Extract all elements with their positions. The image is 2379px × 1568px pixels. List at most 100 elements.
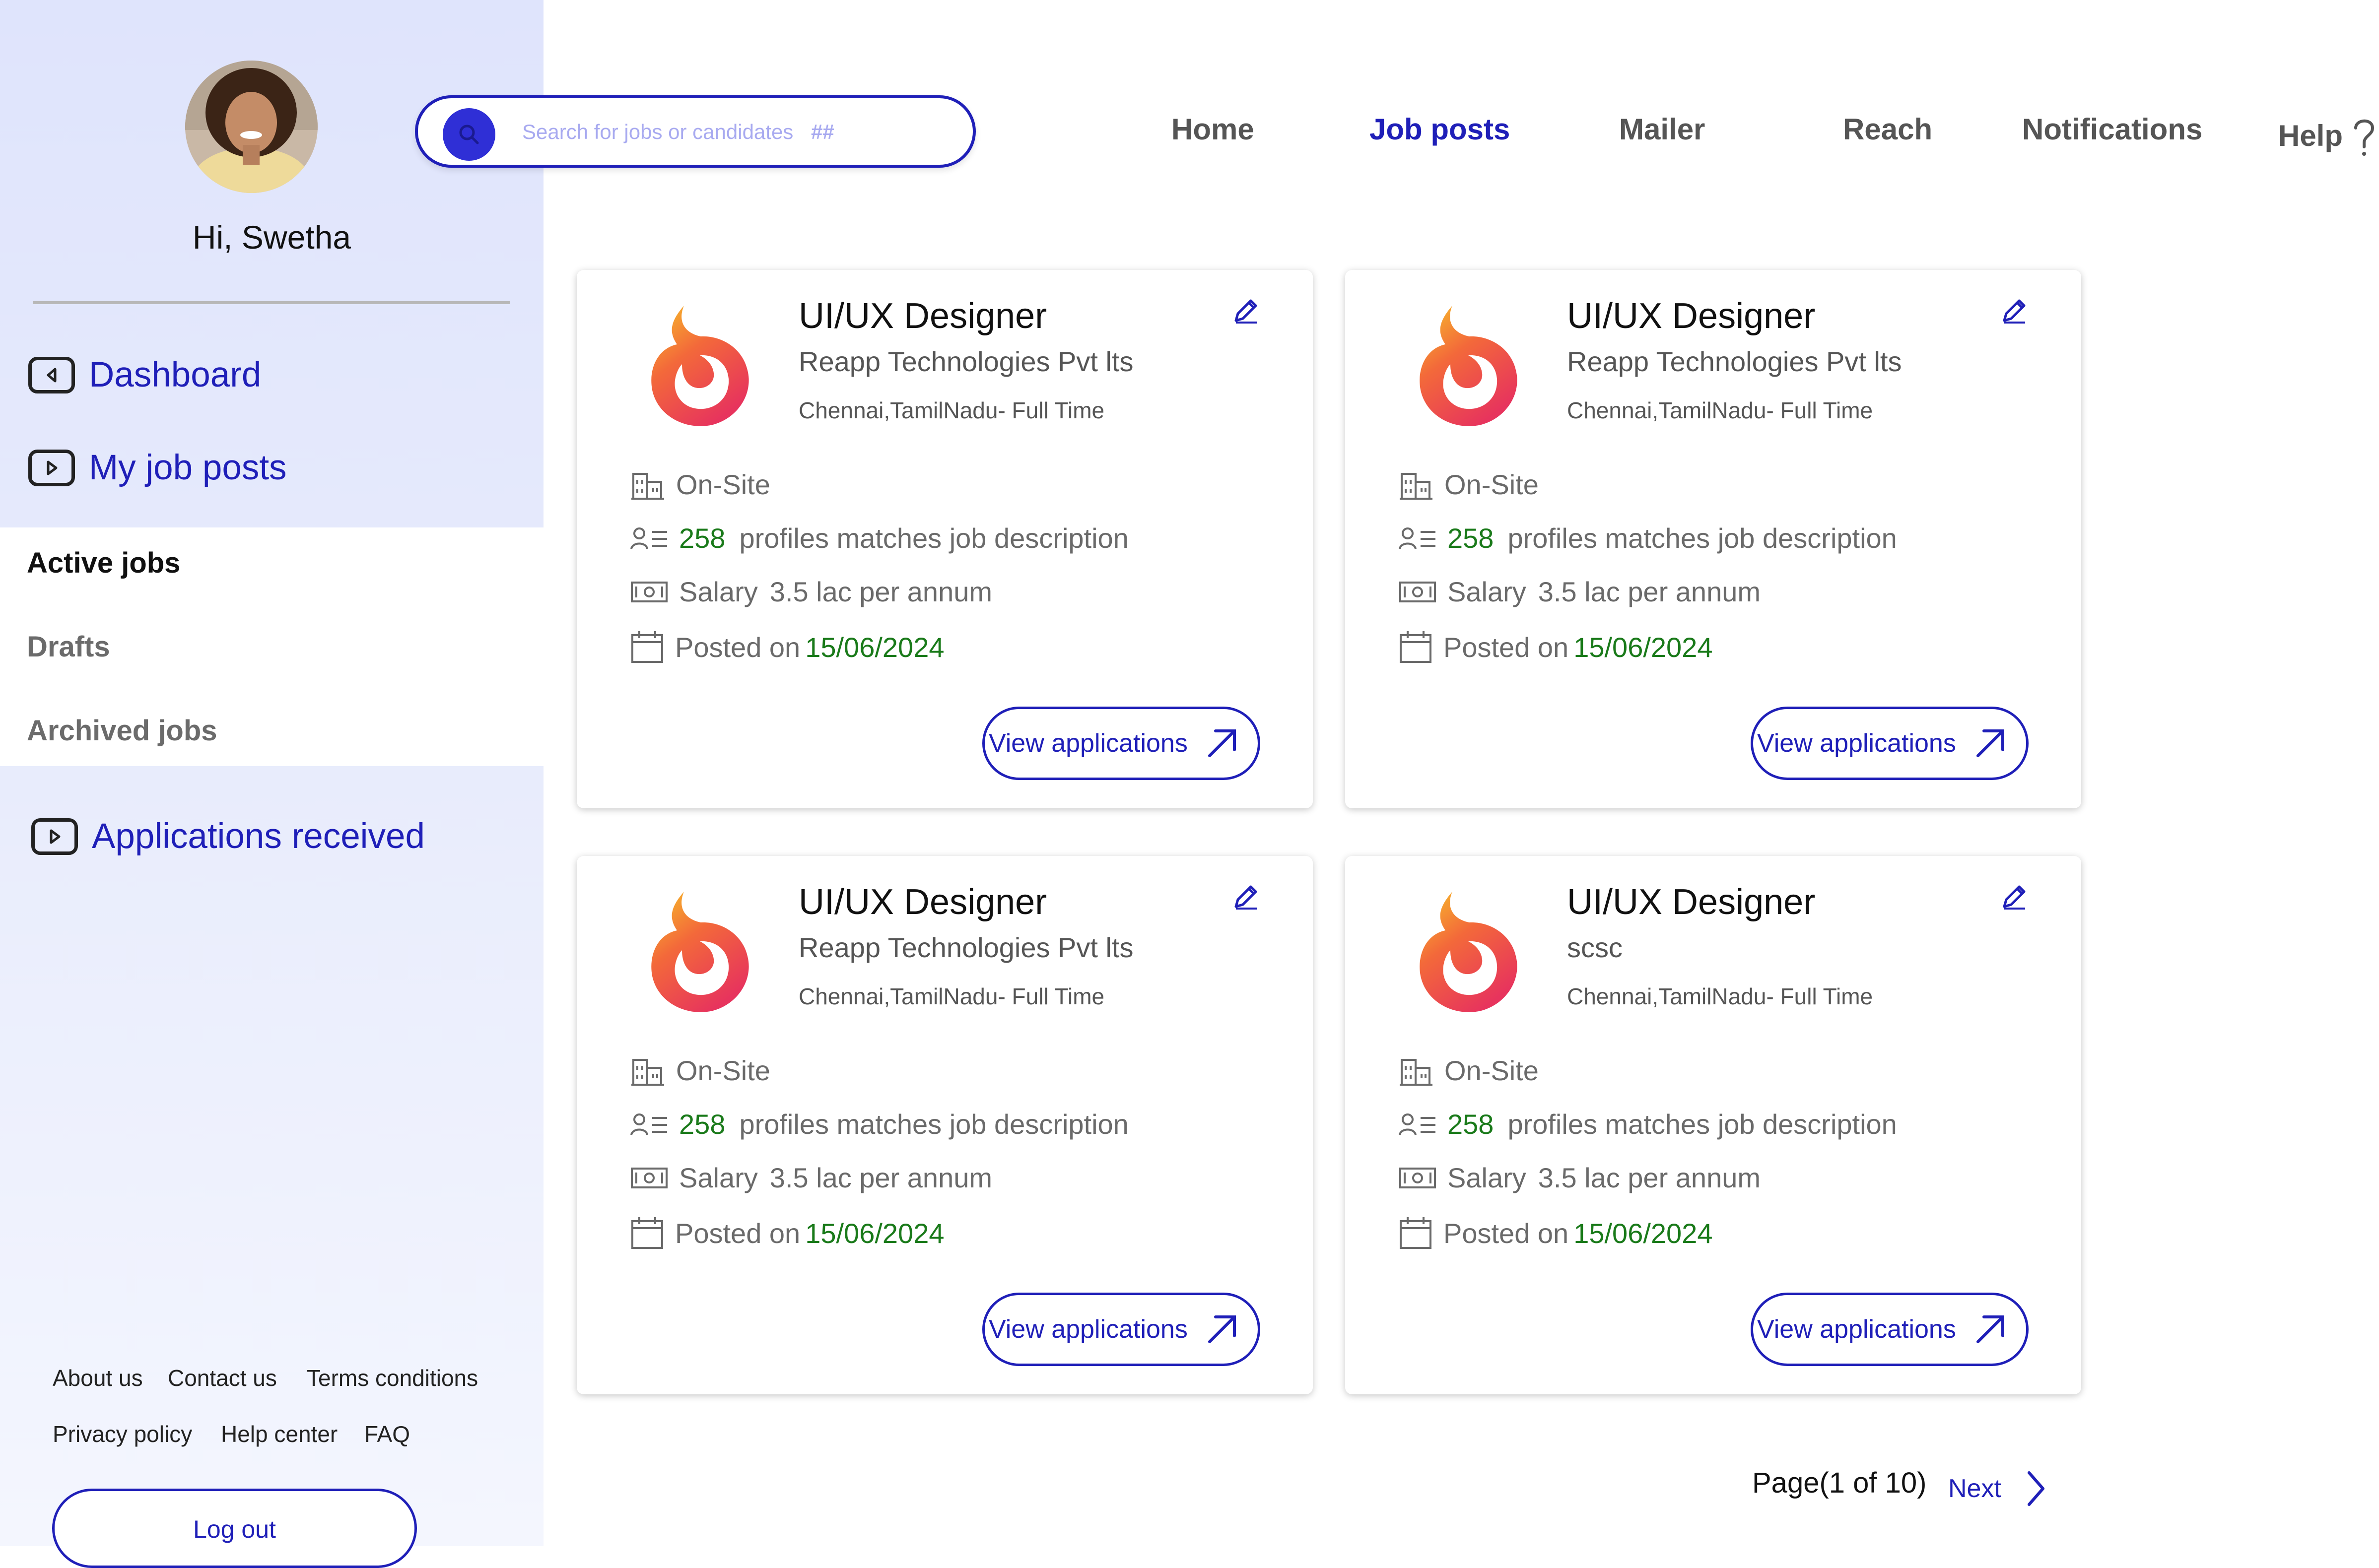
topnav-notifications[interactable]: Notifications — [2022, 112, 2202, 146]
footer-privacy-policy[interactable]: Privacy policy — [53, 1421, 192, 1447]
company-name: scsc — [1567, 932, 1623, 963]
avatar[interactable] — [185, 61, 318, 193]
profiles-count: 258 — [1447, 1109, 1494, 1140]
salary-row: Salary 3.5 lac per annum — [1399, 1162, 1761, 1194]
profiles-text: profiles matches job description — [1507, 523, 1897, 554]
next-page-button[interactable]: Next — [1948, 1469, 2048, 1508]
posted-label: Posted on — [1443, 1217, 1569, 1249]
posted-row: Posted on 15/06/2024 — [1399, 1216, 1712, 1250]
nav-applications-label: Applications received — [92, 817, 425, 856]
pencil-icon[interactable] — [1999, 882, 2029, 912]
nav-applications-received[interactable]: Applications received — [31, 816, 425, 856]
view-applications-button[interactable]: View applications — [1751, 707, 2029, 780]
job-posts-submenu: Active jobs Drafts Archived jobs — [0, 527, 544, 766]
salary-label: Salary — [1447, 576, 1526, 607]
company-name: Reapp Technologies Pvt lts — [799, 932, 1134, 963]
arrow-up-right-icon — [1208, 1315, 1236, 1343]
building-icon — [1400, 1058, 1432, 1086]
sidebar: Hi, Swetha Dashboard My job posts Active… — [0, 0, 544, 1568]
topnav-help-label: Help — [2278, 119, 2343, 152]
building-icon — [1400, 472, 1432, 500]
building-icon — [631, 1058, 664, 1086]
profiles-icon — [630, 527, 667, 549]
cash-icon — [1399, 1167, 1436, 1188]
salary-row: Salary 3.5 lac per annum — [630, 1162, 992, 1194]
profiles-icon — [630, 1113, 667, 1135]
cash-icon — [631, 581, 668, 602]
submenu-active-jobs[interactable]: Active jobs — [27, 546, 180, 580]
posted-date: 15/06/2024 — [1573, 1217, 1713, 1249]
back-icon — [28, 356, 75, 393]
profiles-row: 258 profiles matches job description — [630, 1108, 1129, 1140]
company-logo-icon — [1420, 892, 1517, 1012]
work-mode: On-Site — [1444, 1055, 1539, 1086]
salary-value: 3.5 lac per annum — [769, 576, 993, 607]
cash-icon — [1399, 581, 1436, 602]
job-card: UI/UX Designer Reapp Technologies Pvt lt… — [577, 270, 1313, 808]
company-name: Reapp Technologies Pvt lts — [1567, 346, 1902, 377]
posted-date: 15/06/2024 — [805, 631, 945, 663]
pencil-icon[interactable] — [1231, 882, 1261, 912]
cash-icon — [631, 1167, 668, 1188]
salary-label: Salary — [679, 1162, 758, 1193]
pencil-icon[interactable] — [1999, 296, 2029, 326]
submenu-drafts[interactable]: Drafts — [27, 630, 110, 663]
topnav-reach[interactable]: Reach — [1843, 112, 1932, 146]
work-mode-row: On-Site — [630, 1054, 770, 1087]
salary-label: Salary — [679, 576, 758, 607]
posted-row: Posted on 15/06/2024 — [630, 630, 944, 664]
work-mode: On-Site — [676, 469, 770, 500]
footer-faq[interactable]: FAQ — [364, 1421, 410, 1447]
footer-terms-conditions[interactable]: Terms conditions — [307, 1365, 478, 1391]
posted-label: Posted on — [675, 1217, 801, 1249]
view-applications-label: View applications — [989, 1315, 1188, 1344]
sidebar-divider — [33, 301, 510, 304]
salary-row: Salary 3.5 lac per annum — [630, 576, 992, 608]
job-title: UI/UX Designer — [1567, 882, 1816, 922]
search-placeholder: Search for jobs or candidates — [522, 120, 794, 143]
view-applications-label: View applications — [1757, 729, 1956, 758]
nav-my-job-posts[interactable]: My job posts — [28, 448, 287, 488]
posted-date: 15/06/2024 — [1573, 631, 1713, 663]
profiles-row: 258 profiles matches job description — [1399, 522, 1897, 554]
greeting: Hi, Swetha — [192, 219, 351, 256]
job-title: UI/UX Designer — [799, 296, 1047, 336]
topnav-help[interactable]: Help — [2278, 112, 2377, 159]
topnav-job-posts[interactable]: Job posts — [1369, 112, 1510, 146]
logout-button[interactable]: Log out — [52, 1489, 417, 1568]
nav-dashboard[interactable]: Dashboard — [28, 355, 261, 395]
footer-help-center[interactable]: Help center — [221, 1421, 338, 1447]
profiles-count: 258 — [1447, 523, 1494, 554]
pagination-info: Page(1 of 10) — [1752, 1467, 1927, 1499]
next-label: Next — [1948, 1474, 2001, 1503]
job-location: Chennai,TamilNadu- Full Time — [799, 983, 1105, 1009]
pencil-icon[interactable] — [1231, 296, 1261, 326]
company-logo-icon — [651, 306, 749, 426]
work-mode-row: On-Site — [1399, 468, 1539, 501]
posted-row: Posted on 15/06/2024 — [1399, 630, 1712, 664]
view-applications-button[interactable]: View applications — [982, 707, 1260, 780]
footer-about-us[interactable]: About us — [53, 1365, 143, 1391]
view-applications-button[interactable]: View applications — [982, 1293, 1260, 1366]
search-bar[interactable]: Search for jobs or candidates ## — [415, 95, 976, 168]
job-card: UI/UX Designer Reapp Technologies Pvt lt… — [1345, 270, 2081, 808]
nav-my-job-posts-label: My job posts — [89, 448, 287, 487]
job-location: Chennai,TamilNadu- Full Time — [799, 397, 1105, 423]
search-input[interactable]: Search for jobs or candidates ## — [522, 120, 834, 144]
view-applications-button[interactable]: View applications — [1751, 1293, 2029, 1366]
calendar-icon — [1400, 1217, 1431, 1249]
salary-label: Salary — [1447, 1162, 1526, 1193]
topnav-home[interactable]: Home — [1171, 112, 1254, 146]
arrow-up-right-icon — [1208, 729, 1236, 757]
footer-contact-us[interactable]: Contact us — [168, 1365, 277, 1391]
search-hash: ## — [811, 120, 834, 143]
calendar-icon — [631, 631, 663, 663]
building-icon — [631, 472, 664, 500]
submenu-archived-jobs[interactable]: Archived jobs — [27, 714, 217, 747]
search-icon[interactable] — [443, 108, 495, 161]
company-name: Reapp Technologies Pvt lts — [799, 346, 1134, 377]
arrow-up-right-icon — [1976, 1315, 2004, 1343]
topnav-mailer[interactable]: Mailer — [1619, 112, 1705, 146]
salary-value: 3.5 lac per annum — [1538, 576, 1761, 607]
company-logo-icon — [1420, 306, 1517, 426]
